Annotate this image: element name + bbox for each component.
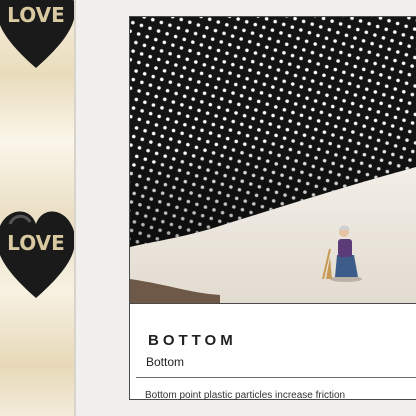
divider bbox=[136, 377, 416, 378]
product-description: Bottom point plastic particles increase … bbox=[145, 390, 346, 401]
product-title: BOTTOM bbox=[148, 332, 237, 349]
heart-text: LOVE bbox=[7, 3, 65, 27]
product-card[interactable]: BOTTOM Bottom Bottom point plastic parti… bbox=[129, 16, 416, 401]
love-heart-icon: LOVE bbox=[0, 211, 76, 298]
product-subtitle: Bottom bbox=[146, 355, 185, 369]
product-info: BOTTOM Bottom Bottom point plastic parti… bbox=[130, 303, 416, 401]
left-banner: LOVE LOVE bbox=[0, 0, 76, 416]
heart-text: LOVE bbox=[7, 231, 65, 255]
love-heart-icon: LOVE bbox=[0, 0, 76, 68]
product-photo bbox=[130, 17, 416, 303]
